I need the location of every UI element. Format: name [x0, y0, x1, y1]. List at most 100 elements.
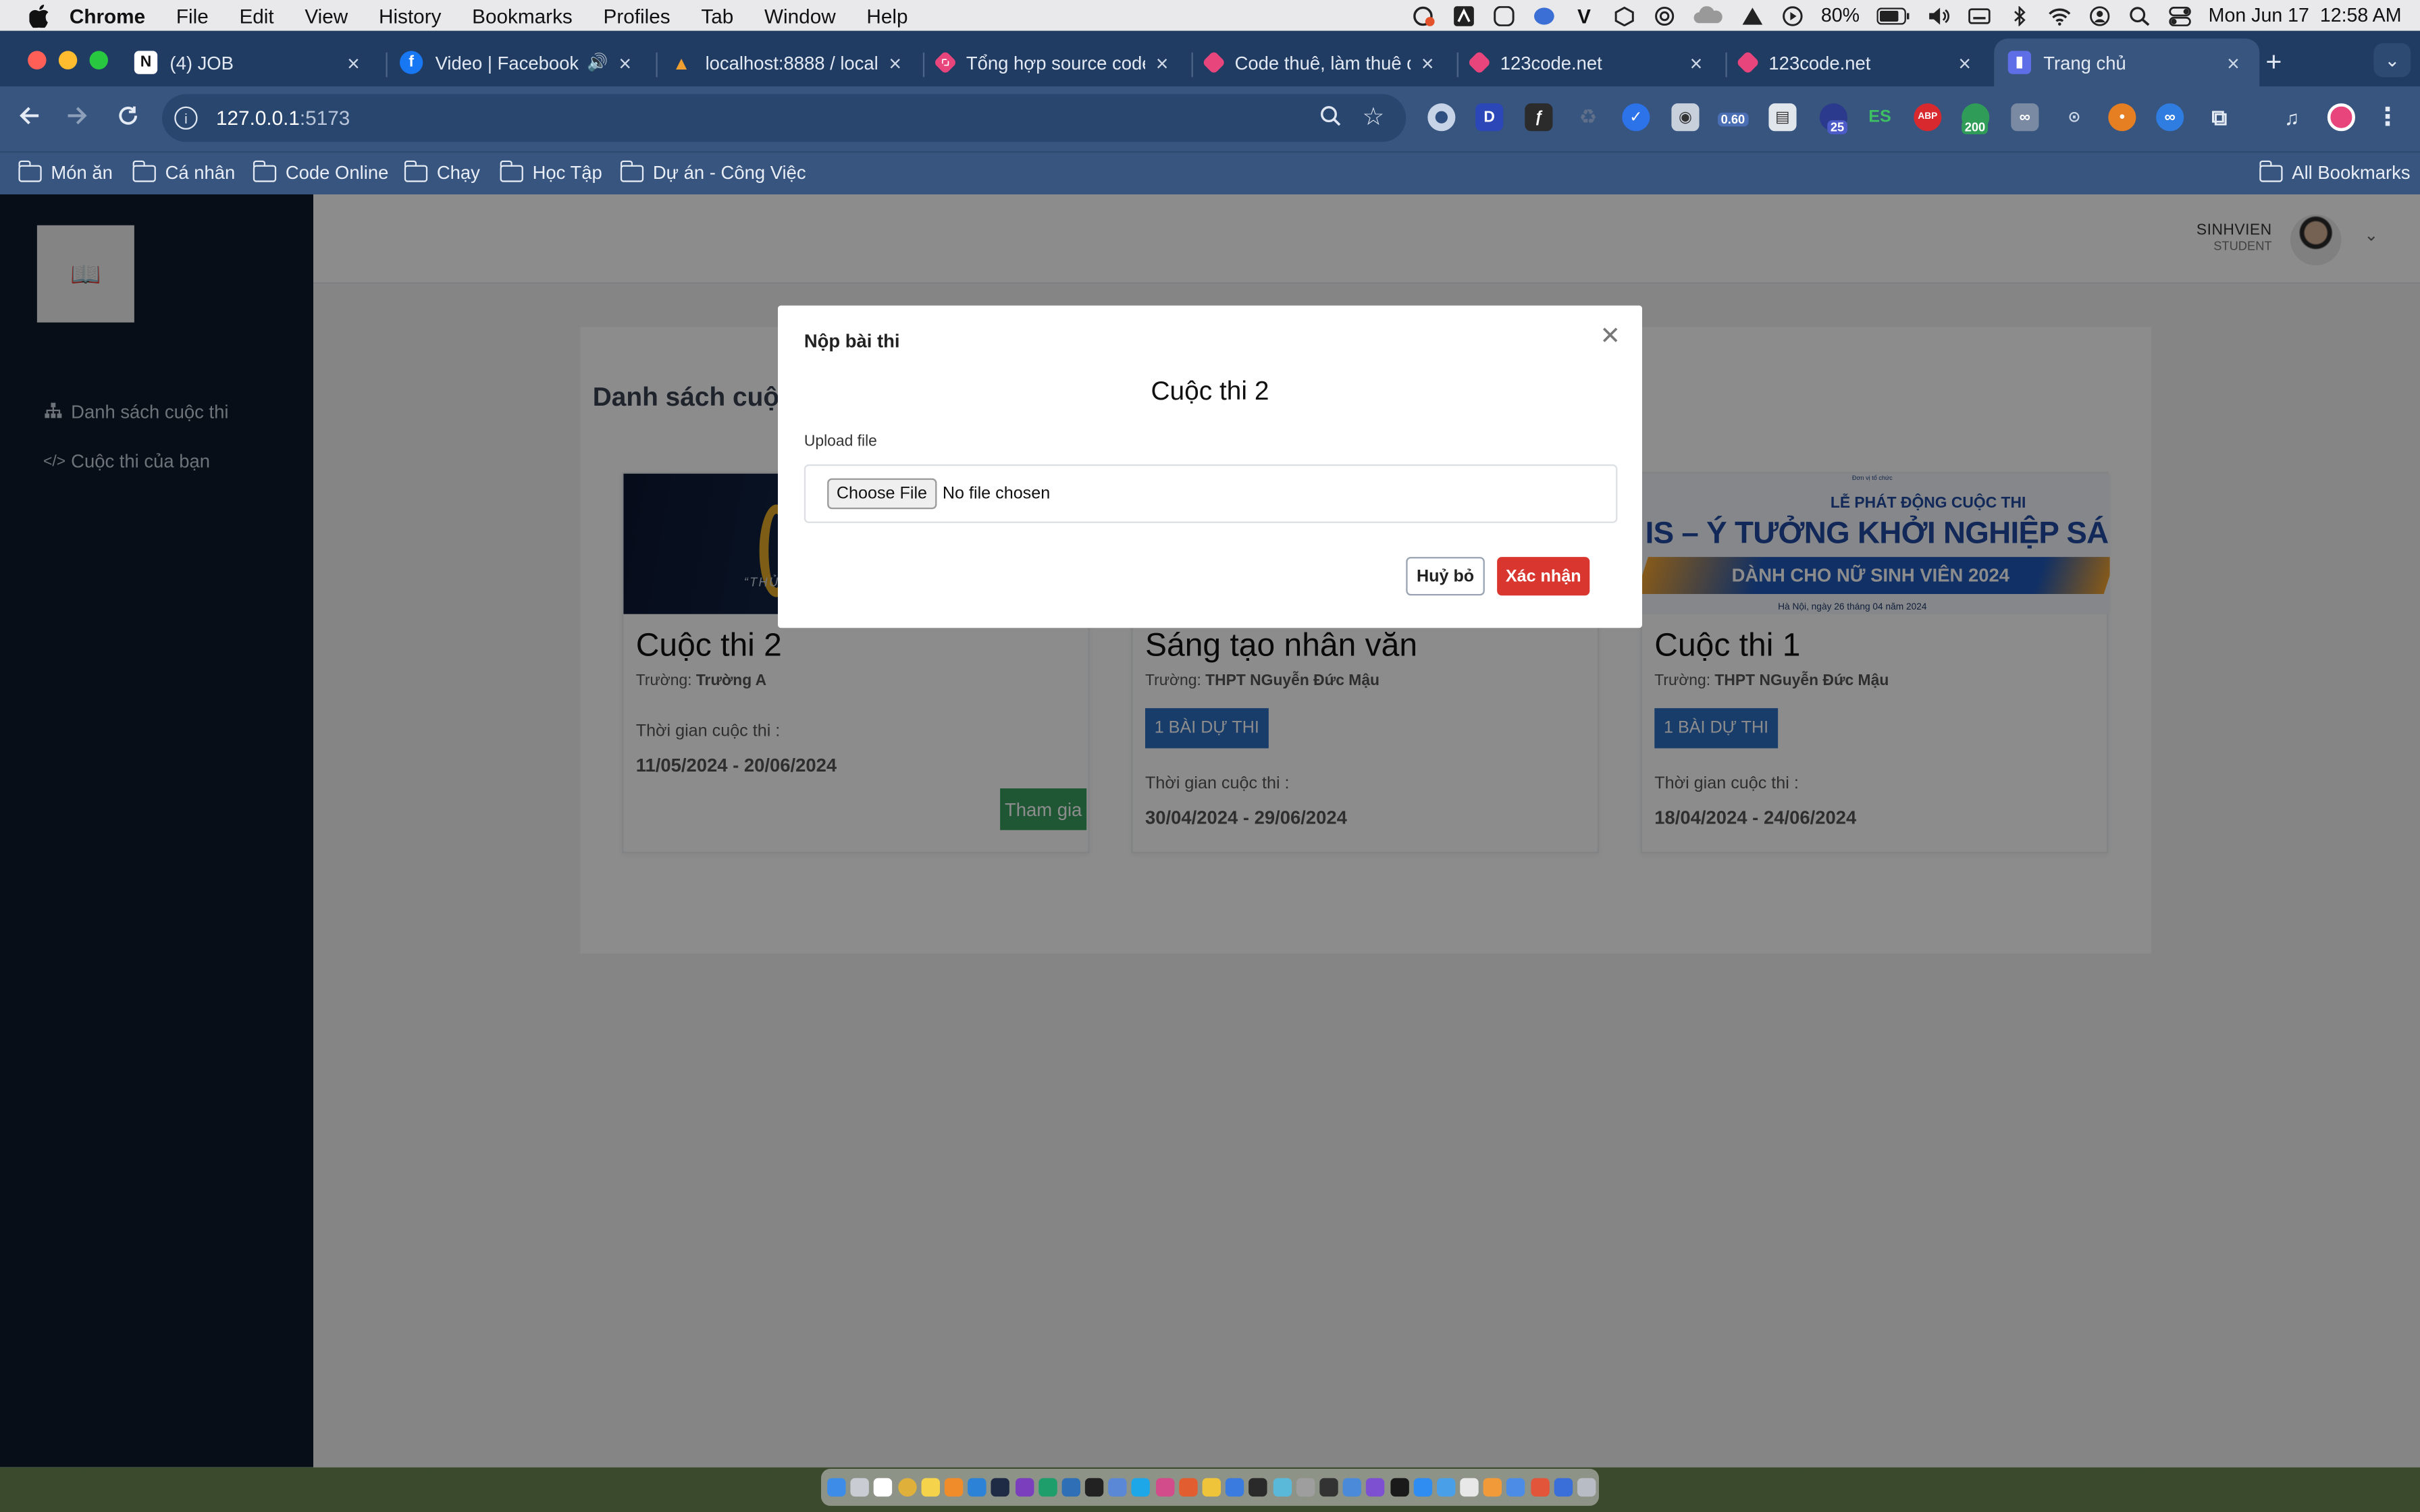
bookmark-star-icon[interactable]: ☆	[1363, 102, 1385, 133]
close-tab-icon[interactable]: ×	[1417, 50, 1438, 75]
back-button[interactable]	[17, 103, 42, 136]
trash-icon[interactable]	[1577, 1478, 1596, 1497]
finder-icon[interactable]	[827, 1478, 846, 1497]
extension-timer-icon[interactable]: 0.60	[1718, 103, 1752, 131]
choose-file-button[interactable]: Choose File	[827, 478, 937, 510]
close-window-button[interactable]	[28, 51, 47, 70]
bookmark-hoc-tap[interactable]: Học Tập	[499, 159, 602, 184]
tab-code-thue[interactable]: Code thuê, làm thuê đồ án ×	[1192, 38, 1454, 86]
menu-edit[interactable]: Edit	[239, 4, 273, 27]
tab-trang-chu[interactable]: ▮ Trang chủ ×	[1994, 38, 2260, 86]
menu-window[interactable]: Window	[764, 4, 836, 27]
tab-job[interactable]: N (4) JOB ×	[120, 38, 379, 86]
menu-app-chrome[interactable]: Chrome	[70, 4, 145, 27]
extension-formula-icon[interactable]: ƒ	[1525, 103, 1553, 132]
bookmark-du-an[interactable]: Dự án - Công Việc	[620, 159, 806, 184]
kebab-menu-icon[interactable]: ⋮	[2373, 103, 2401, 131]
extension-d-icon[interactable]: D	[1475, 103, 1504, 132]
app-icon[interactable]	[1342, 1478, 1362, 1497]
control-center-icon[interactable]	[2168, 5, 2191, 26]
reload-button[interactable]	[115, 103, 140, 136]
terminal-icon[interactable]	[1390, 1478, 1409, 1497]
keyboard-icon[interactable]	[1968, 5, 1991, 26]
menu-help[interactable]: Help	[866, 4, 908, 27]
extension-hat-icon[interactable]: 25	[1819, 103, 1848, 134]
cancel-button[interactable]: Huỷ bỏ	[1406, 557, 1485, 596]
rounded-square-icon[interactable]	[1492, 5, 1515, 26]
app-icon[interactable]	[991, 1478, 1010, 1497]
minimize-window-button[interactable]	[58, 51, 78, 70]
extension-es-icon[interactable]: ES	[1866, 103, 1893, 131]
new-tab-button[interactable]: +	[2265, 47, 2282, 79]
spiral-icon[interactable]	[1653, 5, 1676, 26]
adblock-plus-icon[interactable]: ABP	[1914, 103, 1942, 132]
launchpad-icon[interactable]	[850, 1478, 870, 1497]
vscode-icon[interactable]	[968, 1478, 987, 1497]
extension-recycle-icon[interactable]: ♻	[1574, 103, 1602, 131]
extension-circle-icon[interactable]	[1427, 103, 1456, 132]
extension-printer-icon[interactable]: ▤	[1768, 103, 1797, 132]
menu-bookmarks[interactable]: Bookmarks	[472, 4, 573, 27]
app-icon[interactable]	[1506, 1478, 1526, 1497]
chrome-icon[interactable]	[897, 1478, 916, 1497]
site-info-icon[interactable]: i	[174, 106, 198, 130]
extension-check-icon[interactable]: ✓	[1622, 103, 1650, 132]
app-icon[interactable]	[1319, 1478, 1338, 1497]
close-tab-icon[interactable]: ×	[1151, 50, 1173, 75]
extension-glasses-icon[interactable]: ⊙	[2060, 103, 2088, 131]
app-icon[interactable]	[1014, 1478, 1034, 1497]
extension-green-icon[interactable]: 200	[1962, 103, 1990, 134]
app-icon[interactable]	[1226, 1478, 1244, 1497]
bookmark-mon-an[interactable]: Món ăn	[18, 159, 113, 184]
close-tab-icon[interactable]: ×	[614, 50, 636, 75]
app-icon[interactable]	[1296, 1478, 1315, 1497]
app-icon[interactable]	[1249, 1478, 1268, 1497]
visual-studio-icon[interactable]	[1366, 1478, 1385, 1497]
volume-icon[interactable]	[1928, 5, 1951, 26]
menu-tab[interactable]: Tab	[701, 4, 733, 27]
extensions-puzzle-icon[interactable]: ⧉	[2205, 103, 2233, 131]
media-control-icon[interactable]: ♫	[2278, 103, 2306, 131]
app-icon[interactable]	[1038, 1478, 1057, 1497]
extension-fox-icon[interactable]: •	[2108, 103, 2136, 132]
menu-file[interactable]: File	[176, 4, 209, 27]
forward-button[interactable]	[65, 103, 90, 136]
zoom-icon[interactable]	[1319, 105, 1341, 131]
box-icon[interactable]	[1612, 5, 1635, 26]
skype-icon[interactable]	[1132, 1478, 1151, 1497]
spotlight-search-icon[interactable]	[2128, 5, 2151, 26]
app-icon[interactable]	[1530, 1478, 1549, 1497]
app-icon[interactable]	[1483, 1478, 1502, 1497]
wifi-icon[interactable]	[2048, 5, 2071, 26]
close-tab-icon[interactable]: ×	[1954, 50, 1976, 75]
menu-view[interactable]: View	[305, 4, 348, 27]
bookmark-chay[interactable]: Chạy	[404, 159, 480, 184]
tab-localhost[interactable]: ▲ localhost:8888 / localhost ×	[656, 38, 921, 86]
app-icon[interactable]	[1272, 1478, 1292, 1497]
cloud-icon[interactable]	[1693, 5, 1724, 26]
battery-icon[interactable]	[1876, 5, 1910, 26]
triangle-icon[interactable]	[1741, 5, 1764, 26]
notes-icon[interactable]	[921, 1478, 940, 1497]
menu-history[interactable]: History	[379, 4, 441, 27]
speaker-icon[interactable]: 🔊	[587, 53, 608, 72]
tab-tong-hop[interactable]: ‹› Tổng hợp source code ×	[923, 38, 1188, 86]
app-icon[interactable]	[1202, 1478, 1221, 1497]
extension-reader-icon[interactable]: ∞	[2011, 103, 2039, 132]
app-icon[interactable]	[1155, 1478, 1174, 1497]
app-icon[interactable]	[1061, 1478, 1080, 1497]
v-icon[interactable]: V	[1573, 4, 1596, 27]
bluetooth-icon[interactable]	[2008, 5, 2031, 26]
zoom-window-button[interactable]	[89, 51, 108, 70]
app-icon[interactable]	[1108, 1478, 1128, 1497]
close-tab-icon[interactable]: ×	[885, 50, 906, 75]
tab-search-button[interactable]: ⌄	[2373, 43, 2411, 78]
confirm-button[interactable]: Xác nhận	[1497, 557, 1590, 596]
app-store-icon[interactable]	[1413, 1478, 1432, 1497]
file-input[interactable]: Choose File No file chosen	[804, 464, 1618, 523]
extension-camera-icon[interactable]: ◉	[1671, 103, 1700, 132]
calendar-icon[interactable]	[874, 1478, 893, 1497]
app-icon[interactable]	[1460, 1478, 1479, 1497]
tab-123code-1[interactable]: 123code.net ×	[1457, 38, 1722, 86]
elephant-icon[interactable]	[1532, 5, 1555, 26]
